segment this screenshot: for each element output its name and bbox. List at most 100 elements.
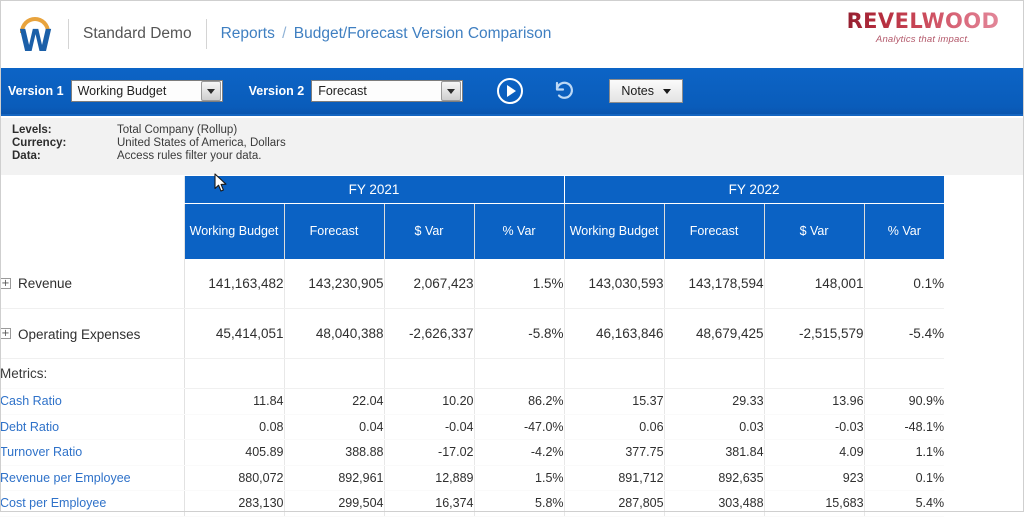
cell[interactable]: -0.03 [763, 414, 865, 440]
cell[interactable]: 48,679,425 [663, 308, 765, 359]
metric-label-cost-per-employee[interactable]: Cost per Employee [0, 490, 185, 517]
table-row[interactable]: Revenue per Employee 880,072 892,961 12,… [0, 465, 1024, 491]
metric-label-debt-ratio[interactable]: Debt Ratio [0, 414, 185, 440]
cell[interactable]: 892,961 [283, 465, 384, 491]
cell[interactable]: -47.0% [473, 414, 565, 440]
cell[interactable]: 923 [763, 465, 865, 491]
cell[interactable]: 143,030,593 [563, 258, 665, 309]
undo-arrow-icon [556, 81, 574, 99]
row-label-operating-expenses[interactable]: + Operating Expenses [0, 308, 185, 359]
grid-corner-2 [0, 203, 185, 259]
metric-label-revenue-per-employee[interactable]: Revenue per Employee [0, 465, 185, 491]
cell[interactable]: 287,805 [563, 490, 665, 517]
breadcrumb: Reports / Budget/Forecast Version Compar… [221, 25, 552, 43]
cell[interactable]: 45,414,051 [183, 308, 284, 359]
cell[interactable]: 892,635 [663, 465, 765, 491]
expand-plus-icon[interactable]: + [0, 328, 11, 340]
cell[interactable]: -17.02 [383, 439, 474, 466]
report-toolbar: Version 1 Working Budget Version 2 Forec… [0, 68, 1024, 116]
table-row[interactable]: Cost per Employee 283,130 299,504 16,374… [0, 490, 1024, 517]
expand-plus-icon[interactable]: + [0, 278, 11, 290]
breadcrumb-root[interactable]: Reports [221, 25, 275, 42]
cell[interactable]: 0.04 [283, 414, 384, 440]
cell[interactable]: -2,626,337 [383, 308, 474, 359]
table-row[interactable]: + Operating Expenses 45,414,051 48,040,38… [0, 308, 1024, 359]
cell[interactable]: 13.96 [763, 388, 865, 415]
cell[interactable]: 388.88 [283, 439, 384, 466]
cell[interactable]: -5.4% [863, 308, 945, 359]
cell[interactable]: 5.4% [863, 490, 945, 517]
cell[interactable]: 0.1% [863, 465, 945, 491]
col-fy2022-percent-var[interactable]: % Var [863, 203, 945, 259]
notes-button-label: Notes [621, 84, 655, 98]
chevron-down-icon[interactable] [200, 81, 221, 101]
cell[interactable]: 1.5% [473, 465, 565, 491]
cell[interactable]: 1.1% [863, 439, 945, 466]
cell[interactable]: 0.03 [663, 414, 765, 440]
cell[interactable]: 1.5% [473, 258, 565, 309]
cell[interactable]: -0.04 [383, 414, 474, 440]
cell[interactable]: 299,504 [283, 490, 384, 517]
revelwood-tagline: Analytics that impact. [875, 34, 971, 45]
version2-select[interactable]: Forecast [311, 80, 464, 102]
run-report-button[interactable] [497, 78, 524, 104]
col-fy2021-percent-var[interactable]: % Var [473, 203, 565, 259]
cell[interactable]: 891,712 [563, 465, 665, 491]
cell[interactable]: -5.8% [473, 308, 565, 359]
notes-button[interactable]: Notes [609, 79, 684, 103]
cell[interactable]: 22.04 [283, 388, 384, 415]
col-fy2022-dollar-var[interactable]: $ Var [763, 203, 865, 259]
cell[interactable]: 405.89 [183, 439, 284, 466]
cell[interactable]: 11.84 [183, 388, 284, 415]
cell[interactable]: 143,178,594 [663, 258, 765, 309]
col-fy2021-working-budget[interactable]: Working Budget [183, 203, 284, 259]
comparison-table: FY 2021 FY 2022 Working Budget Forecast … [0, 175, 1024, 517]
cell[interactable]: 283,130 [183, 490, 284, 517]
year-group-fy2021: FY 2021 [183, 175, 565, 204]
cell[interactable]: -2,515,579 [763, 308, 865, 359]
app-logo[interactable]: W [0, 0, 62, 68]
reset-button[interactable] [551, 78, 577, 104]
cell[interactable]: 377.75 [563, 439, 665, 466]
col-fy2021-forecast[interactable]: Forecast [283, 203, 384, 259]
cell[interactable]: 381.84 [663, 439, 765, 466]
version1-select[interactable]: Working Budget [70, 80, 223, 102]
table-row[interactable]: Cash Ratio 11.84 22.04 10.20 86.2% 15.37… [0, 388, 1024, 415]
cell[interactable]: 143,230,905 [283, 258, 384, 309]
cell[interactable]: 16,374 [383, 490, 474, 517]
cell[interactable]: 0.08 [183, 414, 284, 440]
cell[interactable]: 0.06 [563, 414, 665, 440]
chevron-down-icon[interactable] [441, 81, 462, 101]
cell[interactable]: 15.37 [563, 388, 665, 415]
col-fy2021-dollar-var[interactable]: $ Var [383, 203, 474, 259]
cell[interactable]: 90.9% [863, 388, 945, 415]
cell[interactable]: 12,889 [383, 465, 474, 491]
cell[interactable]: -48.1% [863, 414, 945, 440]
table-row[interactable]: Debt Ratio 0.08 0.04 -0.04 -47.0% 0.06 0… [0, 414, 1024, 440]
cell[interactable]: 29.33 [663, 388, 765, 415]
metric-label-turnover-ratio[interactable]: Turnover Ratio [0, 439, 185, 466]
cell[interactable]: 148,001 [763, 258, 865, 309]
cell[interactable]: 48,040,388 [283, 308, 384, 359]
row-label-revenue[interactable]: + Revenue [0, 258, 185, 309]
cell[interactable]: 0.1% [863, 258, 945, 309]
table-row[interactable]: + Revenue 141,163,482 143,230,905 2,067,4… [0, 258, 1024, 309]
cell[interactable]: 303,488 [663, 490, 765, 517]
cell[interactable]: 15,683 [763, 490, 865, 517]
cell[interactable]: 46,163,846 [563, 308, 665, 359]
col-fy2022-forecast[interactable]: Forecast [663, 203, 765, 259]
cell[interactable]: 880,072 [183, 465, 284, 491]
cell[interactable]: 5.8% [473, 490, 565, 517]
cell[interactable]: 86.2% [473, 388, 565, 415]
info-value-data: Access rules filter your data. [117, 150, 262, 162]
grid-corner-right-2 [944, 203, 1024, 259]
metric-label-cash-ratio[interactable]: Cash Ratio [0, 388, 185, 415]
cell[interactable]: 10.20 [383, 388, 474, 415]
cell[interactable]: 4.09 [763, 439, 865, 466]
cell[interactable]: -4.2% [473, 439, 565, 466]
table-row[interactable]: Turnover Ratio 405.89 388.88 -17.02 -4.2… [0, 439, 1024, 466]
col-fy2022-working-budget[interactable]: Working Budget [563, 203, 665, 259]
cell[interactable]: 141,163,482 [183, 258, 284, 309]
cell[interactable]: 2,067,423 [383, 258, 474, 309]
play-circle-icon [507, 85, 517, 97]
